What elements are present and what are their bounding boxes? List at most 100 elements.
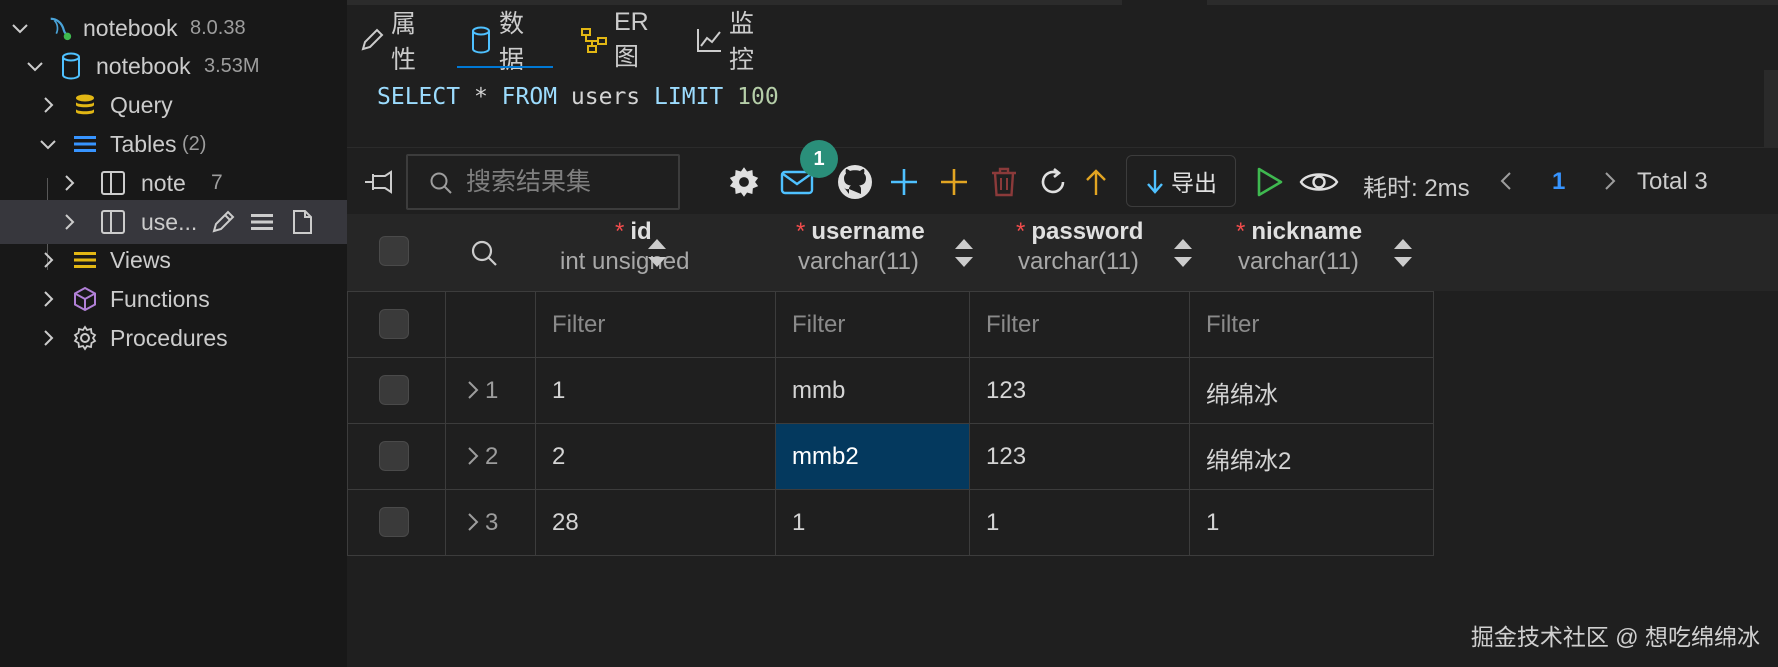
tab-er-diagram[interactable]: ER图 — [580, 8, 649, 71]
cell-username[interactable]: mmb — [792, 377, 845, 405]
settings-gear-icon[interactable] — [726, 164, 762, 200]
open-file-icon[interactable] — [289, 209, 315, 235]
export-button[interactable]: 导出 — [1126, 155, 1236, 207]
row-expand[interactable]: 1 — [465, 377, 498, 405]
prev-page-icon[interactable] — [1495, 168, 1517, 194]
result-search[interactable] — [406, 154, 680, 210]
cell-id[interactable]: 1 — [552, 377, 565, 405]
run-play-icon[interactable] — [1251, 164, 1287, 200]
filter-input-id[interactable]: Filter — [552, 311, 605, 339]
table-note-count: 7 — [211, 171, 223, 194]
cell-nickname[interactable]: 1 — [1206, 509, 1219, 537]
row-checkbox[interactable] — [379, 375, 409, 405]
tree-item-procedures[interactable]: Procedures — [0, 316, 347, 360]
select-all-checkbox[interactable] — [379, 236, 409, 266]
cell-nickname[interactable]: 绵绵冰2 — [1206, 441, 1291, 476]
row-expand[interactable]: 2 — [465, 443, 498, 471]
sql-table-name: users — [570, 84, 641, 110]
table-icon — [100, 209, 126, 235]
filter-input-password[interactable]: Filter — [986, 311, 1039, 339]
row-checkbox[interactable] — [379, 507, 409, 537]
cell-username-selected[interactable]: mmb2 — [792, 443, 859, 471]
editor-scrollbar[interactable] — [1764, 70, 1778, 148]
required-marker: * — [1016, 218, 1026, 245]
chevron-right-icon[interactable] — [37, 288, 59, 310]
procedures-label: Procedures — [110, 324, 228, 351]
database-size: 3.53M — [204, 54, 260, 77]
row-expand[interactable]: 3 — [465, 509, 498, 537]
chevron-right-icon[interactable] — [37, 327, 59, 349]
column-type: varchar(11) — [1018, 248, 1139, 275]
grid-line — [348, 489, 1434, 490]
current-page[interactable]: 1 — [1552, 168, 1565, 196]
chevron-down-icon[interactable] — [9, 17, 31, 39]
column-type: int unsigned — [560, 248, 690, 275]
delete-trash-icon[interactable] — [986, 164, 1022, 200]
row-number: 1 — [485, 377, 499, 404]
edit-table-icon[interactable] — [210, 209, 236, 235]
watermark: 掘金技术社区 @ 想吃绵绵冰 — [1470, 624, 1760, 650]
filter-row-checkbox[interactable] — [379, 309, 409, 339]
design-table-icon[interactable] — [249, 209, 275, 235]
next-page-icon[interactable] — [1599, 168, 1621, 194]
sql-keyword: FROM — [501, 84, 558, 110]
cell-password[interactable]: 123 — [986, 443, 1026, 471]
insert-row-icon[interactable] — [936, 164, 972, 200]
chevron-down-icon[interactable] — [24, 55, 46, 77]
cell-nickname[interactable]: 绵绵冰 — [1206, 375, 1278, 410]
cell-password[interactable]: 123 — [986, 377, 1026, 405]
sort-icon[interactable] — [953, 235, 975, 271]
filter-input-username[interactable]: Filter — [792, 311, 845, 339]
chevron-right-icon[interactable] — [58, 211, 80, 233]
gear-icon — [72, 325, 98, 351]
grid-line — [348, 555, 1434, 556]
arrow-down-icon — [1145, 168, 1165, 194]
cell-id[interactable]: 2 — [552, 443, 565, 471]
chevron-right-icon[interactable] — [37, 94, 59, 116]
required-marker: * — [615, 218, 625, 245]
tab-label: ER图 — [614, 7, 649, 71]
tab-label: 属性 — [391, 10, 417, 74]
tree-item-database[interactable]: notebook 3.53M — [0, 44, 347, 88]
tab-data[interactable]: 数据 — [469, 10, 528, 74]
sql-editor[interactable]: SELECT * FROM users LIMIT 100 — [347, 70, 1778, 148]
sort-icon[interactable] — [1172, 235, 1194, 271]
search-icon[interactable] — [469, 238, 499, 268]
main-panel: 属性 数据 ER图 监控 SELECT * FROM users LIMIT 1… — [347, 0, 1778, 667]
grid-line — [348, 357, 1434, 358]
tab-monitor[interactable]: 监控 — [695, 10, 754, 74]
cell-username[interactable]: 1 — [792, 509, 805, 537]
column-type: varchar(11) — [798, 248, 919, 275]
pin-icon[interactable] — [361, 164, 397, 200]
filter-input-nickname[interactable]: Filter — [1206, 311, 1259, 339]
chevron-down-icon[interactable] — [37, 133, 59, 155]
row-checkbox[interactable] — [379, 441, 409, 471]
refresh-icon[interactable] — [1035, 164, 1071, 200]
add-row-icon[interactable] — [886, 164, 922, 200]
total-count: Total 3 — [1637, 168, 1708, 195]
views-label: Views — [110, 246, 171, 273]
cell-password[interactable]: 1 — [986, 509, 999, 537]
cell-id[interactable]: 28 — [552, 509, 579, 537]
active-tab-indicator — [457, 66, 553, 68]
tree-item-views[interactable]: Views — [0, 238, 347, 282]
chevron-right-icon[interactable] — [37, 249, 59, 271]
sort-icon[interactable] — [1392, 235, 1414, 271]
chevron-right-icon[interactable] — [58, 172, 80, 194]
search-input[interactable] — [466, 166, 666, 198]
sort-icon[interactable] — [646, 235, 668, 271]
row-number: 2 — [485, 443, 499, 470]
table-note-label: note — [141, 169, 186, 196]
column-type: varchar(11) — [1238, 248, 1359, 275]
tree-item-tables[interactable]: Tables (2) — [0, 122, 347, 166]
github-icon[interactable] — [835, 162, 875, 202]
sql-keyword: SELECT — [377, 84, 461, 110]
mysql-dolphin-icon — [47, 15, 73, 41]
tree-item-table-note[interactable]: note 7 — [0, 161, 347, 205]
arrow-up-icon[interactable] — [1078, 164, 1114, 200]
tab-properties[interactable]: 属性 — [359, 10, 418, 74]
tree-item-query[interactable]: Query — [0, 83, 347, 127]
eye-icon[interactable] — [1299, 164, 1339, 200]
tree-item-functions[interactable]: Functions — [0, 277, 347, 321]
column-name-text: username — [811, 218, 925, 245]
